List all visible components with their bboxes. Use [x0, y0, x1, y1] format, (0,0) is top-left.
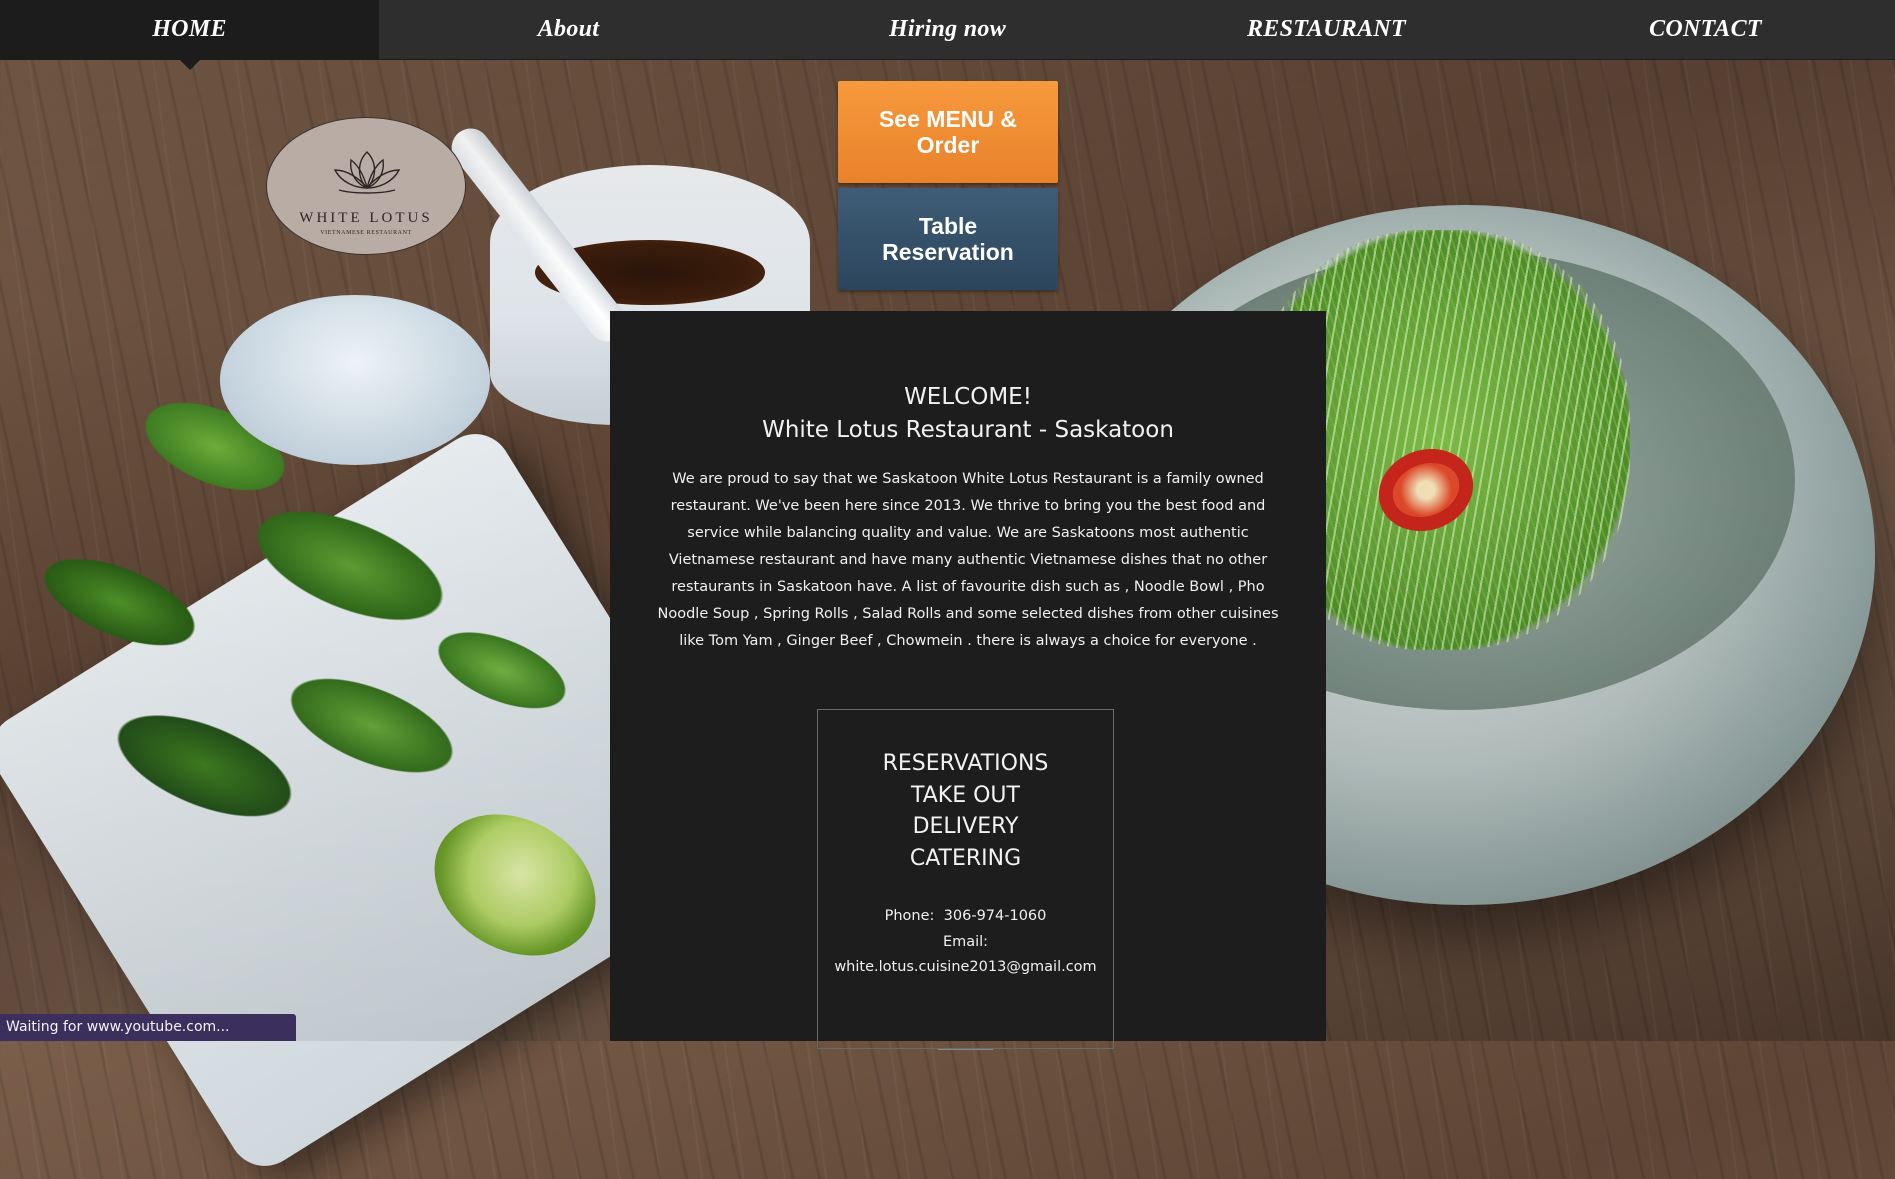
divider: [938, 1049, 993, 1050]
nav-item-contact[interactable]: CONTACT: [1516, 0, 1895, 59]
phone-label: Phone:: [884, 908, 935, 924]
lotus-flower-icon: [333, 151, 401, 194]
services-box: RESERVATIONS TAKE OUT DELIVERY CATERING …: [817, 709, 1114, 1050]
nav-item-home[interactable]: HOME: [0, 0, 379, 70]
browser-status-bar: Waiting for www.youtube.com...: [0, 1014, 296, 1041]
top-navigation: HOME About Hiring now RESTAURANT CONTACT: [0, 0, 1895, 70]
services-list: RESERVATIONS TAKE OUT DELIVERY CATERING: [818, 748, 1113, 874]
nav-item-about[interactable]: About: [379, 0, 758, 59]
service-delivery: DELIVERY: [912, 814, 1019, 839]
welcome-heading: WELCOME! White Lotus Restaurant - Saskat…: [610, 381, 1326, 447]
service-reservations: RESERVATIONS: [882, 751, 1049, 776]
email-address[interactable]: white.lotus.cuisine2013@gmail.com: [818, 955, 1113, 981]
service-take-out: TAKE OUT: [911, 782, 1020, 808]
contact-info: Phone: 306-974-1060 Email: white.lotus.c…: [818, 904, 1113, 981]
service-catering: CATERING: [909, 845, 1022, 871]
nav-item-restaurant[interactable]: RESTAURANT: [1137, 0, 1516, 59]
logo-subtitle: VIETNAMESE RESTAURANT: [320, 230, 412, 236]
phone-line: Phone: 306-974-1060: [818, 904, 1113, 930]
welcome-body: We are proud to say that we Saskatoon Wh…: [657, 471, 1279, 649]
logo-name: WHITE LOTUS: [299, 210, 433, 226]
email-label: Email:: [942, 933, 989, 950]
white-lotus-logo[interactable]: WHITE LOTUS VIETNAMESE RESTAURANT: [266, 117, 466, 255]
see-menu-order-button[interactable]: See MENU & Order: [838, 81, 1058, 183]
table-reservation-button[interactable]: Table Reservation: [838, 188, 1058, 290]
nav-item-hiring-now[interactable]: Hiring now: [758, 0, 1137, 59]
bowl-lid-image: [220, 295, 490, 465]
phone-number[interactable]: 306-974-1060: [944, 908, 1047, 924]
welcome-panel: WELCOME! White Lotus Restaurant - Saskat…: [610, 311, 1326, 1050]
welcome-subtitle: White Lotus Restaurant - Saskatoon: [762, 417, 1174, 443]
welcome-title: WELCOME!: [904, 384, 1032, 410]
